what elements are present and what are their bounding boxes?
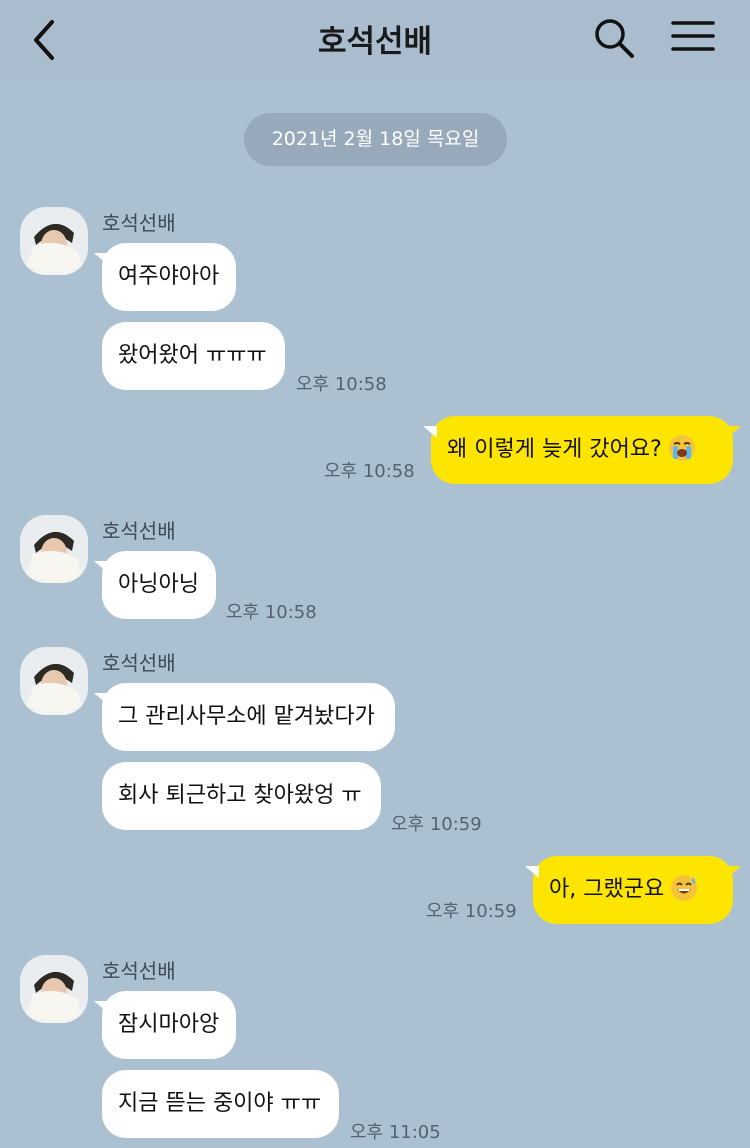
search-button[interactable] (592, 16, 636, 60)
message-time: 오후 10:58 (226, 602, 317, 623)
hamburger-menu-icon (671, 21, 715, 51)
my-message-bubble[interactable]: 아, 그랬군요 (525, 856, 741, 924)
avatar[interactable] (20, 515, 88, 583)
message-text: 왜 이렇게 늦게 갔어요? (447, 437, 662, 462)
message-bubble[interactable]: 아닝아닝 (94, 551, 216, 619)
chat-header: 호석선배 (0, 0, 750, 80)
message-time: 오후 10:58 (296, 374, 387, 395)
sender-name: 호석선배 (102, 519, 176, 543)
message-bubble[interactable]: 그 관리사무소에 맡겨놨다가 (94, 683, 395, 751)
message-bubble[interactable]: 회사 퇴근하고 찾아왔엉 ㅠ (102, 762, 381, 830)
message-time: 오후 10:59 (426, 901, 517, 922)
sender-name: 호석선배 (102, 211, 176, 235)
profile-photo (20, 647, 88, 715)
message-time: 오후 11:05 (350, 1122, 441, 1143)
message-text: 아, 그랬군요 (549, 877, 665, 902)
avatar[interactable] (20, 207, 88, 275)
back-button[interactable] (28, 18, 64, 62)
message-bubble[interactable]: 왔어왔어 ㅠㅠㅠ (102, 322, 285, 390)
avatar[interactable] (20, 955, 88, 1023)
sender-name: 호석선배 (102, 651, 176, 675)
loudly-crying-face-icon (668, 422, 696, 490)
search-icon (595, 19, 634, 58)
chat-title: 호석선배 (317, 24, 433, 60)
menu-button[interactable] (670, 18, 716, 58)
grinning-face-with-sweat-icon (670, 862, 698, 930)
message-bubble[interactable]: 여주야아아 (94, 243, 236, 311)
profile-photo (20, 207, 88, 275)
message-bubble[interactable]: 잠시마아앙 (94, 991, 236, 1059)
date-divider: 2021년 2월 18일 목요일 (244, 113, 507, 166)
profile-photo (20, 515, 88, 583)
avatar[interactable] (20, 647, 88, 715)
message-time: 오후 10:59 (391, 814, 482, 835)
message-time: 오후 10:58 (324, 461, 415, 482)
message-bubble[interactable]: 지금 뜯는 중이야 ㅠㅠ (102, 1070, 339, 1138)
chevron-left-icon (34, 20, 54, 60)
my-message-bubble[interactable]: 왜 이렇게 늦게 갔어요? (423, 416, 741, 484)
sender-name: 호석선배 (102, 959, 176, 983)
profile-photo (20, 955, 88, 1023)
